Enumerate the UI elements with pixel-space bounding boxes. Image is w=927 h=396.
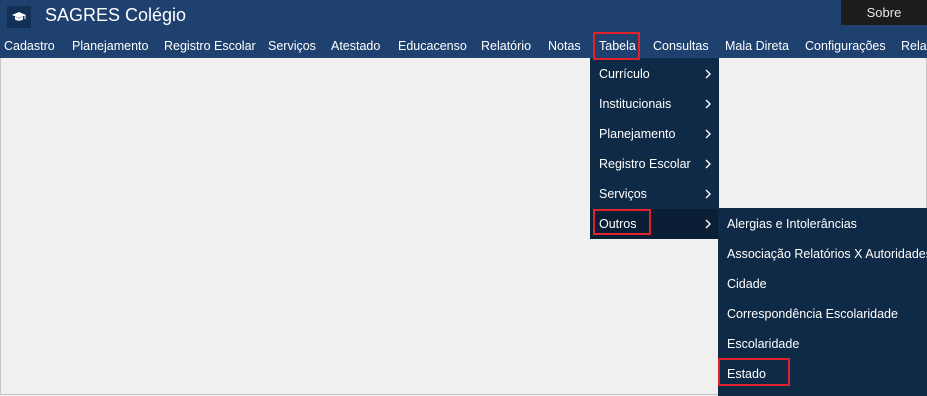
menu-relatorio[interactable]: Relatório	[481, 35, 531, 58]
menu-item-label: Registro Escolar	[599, 157, 691, 171]
outros-item-estado[interactable]: Estado	[718, 359, 927, 389]
menu-configuracoes[interactable]: Configurações	[805, 35, 886, 58]
menu-relatorios[interactable]: Relatórios	[901, 35, 927, 58]
outros-item-cidade[interactable]: Cidade	[718, 269, 927, 299]
tabela-item-servicos[interactable]: Serviços	[590, 179, 719, 209]
menu-planejamento[interactable]: Planejamento	[72, 35, 148, 58]
chevron-right-icon	[703, 149, 713, 179]
tabela-dropdown: Currículo Institucionais Planejamento Re…	[590, 58, 719, 239]
menu-consultas[interactable]: Consultas	[653, 35, 709, 58]
tabela-item-institucionais[interactable]: Institucionais	[590, 89, 719, 119]
chevron-right-icon	[703, 209, 713, 239]
menu-cadastro[interactable]: Cadastro	[4, 35, 55, 58]
chevron-right-icon	[703, 89, 713, 119]
outros-item-correspondencia-escolaridade[interactable]: Correspondência Escolaridade	[718, 299, 927, 329]
tabela-item-outros[interactable]: Outros	[590, 209, 719, 239]
tabela-item-planejamento[interactable]: Planejamento	[590, 119, 719, 149]
menu-item-label: Institucionais	[599, 97, 672, 111]
menu-item-label: Serviços	[599, 187, 647, 201]
outros-item-escolaridade[interactable]: Escolaridade	[718, 329, 927, 359]
menu-educacenso[interactable]: Educacenso	[398, 35, 467, 58]
main-menubar: Cadastro Planejamento Registro Escolar S…	[0, 35, 927, 58]
menu-tabela[interactable]: Tabela	[599, 35, 636, 58]
tabela-item-curriculo[interactable]: Currículo	[590, 59, 719, 89]
chevron-right-icon	[703, 119, 713, 149]
outros-item-alergias[interactable]: Alergias e Intolerâncias	[718, 209, 927, 239]
menu-item-label: Planejamento	[599, 127, 676, 141]
chevron-right-icon	[703, 179, 713, 209]
menu-item-label: Outros	[599, 217, 637, 231]
app-title: SAGRES Colégio	[45, 5, 187, 25]
menu-mala-direta[interactable]: Mala Direta	[725, 35, 789, 58]
chevron-right-icon	[703, 59, 713, 89]
tabela-item-registro-escolar[interactable]: Registro Escolar	[590, 149, 719, 179]
menu-atestado[interactable]: Atestado	[331, 35, 380, 58]
menu-notas[interactable]: Notas	[548, 35, 581, 58]
sobre-button[interactable]: Sobre	[841, 0, 927, 25]
title-bar: SAGRES Colégio Sobre	[0, 0, 927, 35]
menu-servicos[interactable]: Serviços	[268, 35, 316, 58]
graduation-cap-icon	[7, 6, 31, 28]
menu-item-label: Currículo	[599, 67, 650, 81]
outros-item-associacao-relatorios[interactable]: Associação Relatórios X Autoridades	[718, 239, 927, 269]
menu-registro-escolar[interactable]: Registro Escolar	[164, 35, 256, 58]
outros-submenu: Alergias e Intolerâncias Associação Rela…	[718, 208, 927, 396]
